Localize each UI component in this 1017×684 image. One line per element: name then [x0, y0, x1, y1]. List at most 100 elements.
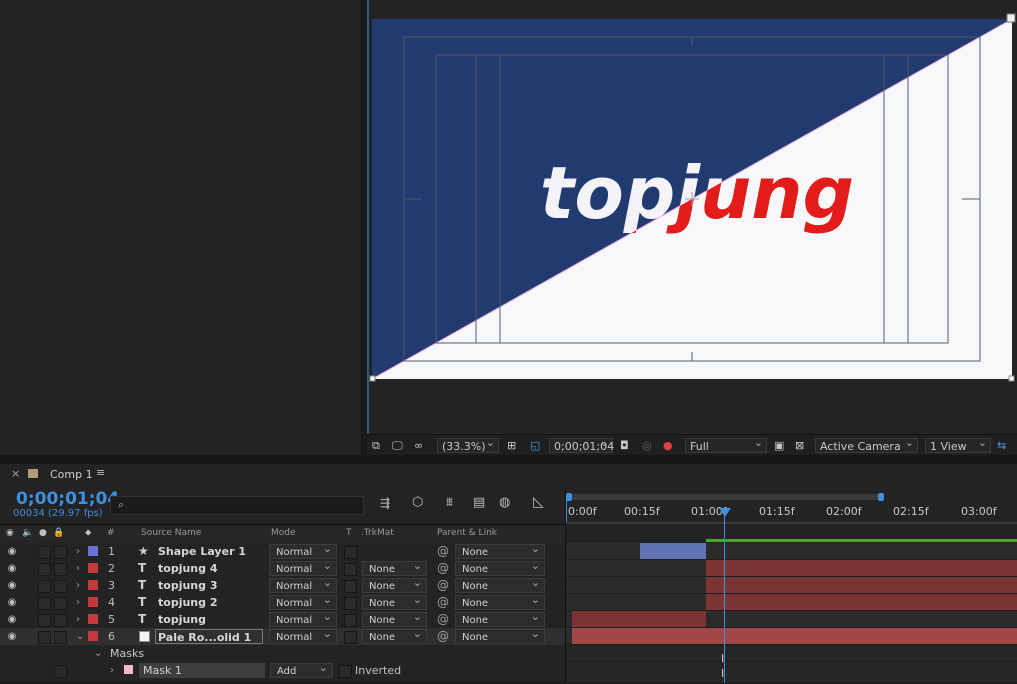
pickwhip-icon[interactable]: @ — [437, 578, 449, 593]
layer-row[interactable]: ◉ › 1 ★ Shape Layer 1 Normal @ None — [0, 541, 565, 561]
mask-visibility-icon[interactable]: ∞ — [414, 438, 423, 453]
layer-label-color[interactable] — [88, 546, 98, 556]
chevron-right-icon[interactable]: › — [110, 663, 114, 678]
layer-search-input[interactable]: ⌕ — [110, 496, 364, 515]
parent-dropdown[interactable]: None — [455, 626, 545, 644]
index-column-header[interactable]: # — [107, 528, 115, 538]
parent-dropdown[interactable]: None — [455, 558, 545, 576]
fast-previews-icon[interactable]: ▣ — [774, 438, 784, 453]
layer-duration-bar[interactable] — [706, 577, 1017, 593]
layer-duration-bar[interactable] — [640, 543, 706, 559]
mask-row[interactable]: › Mask 1 Add Inverted — [0, 660, 565, 684]
preserve-transparency-toggle[interactable] — [344, 614, 357, 627]
lock-column-icon[interactable]: 🔒 — [53, 528, 64, 538]
track-matte-dropdown[interactable]: None — [362, 626, 427, 644]
layer-name[interactable]: topjung 2 — [158, 595, 217, 610]
eye-icon[interactable]: ◉ — [5, 612, 19, 627]
always-preview-icon[interactable]: ⧉ — [372, 438, 380, 453]
layer-name[interactable]: Shape Layer 1 — [158, 544, 246, 559]
layer-label-color[interactable] — [88, 563, 98, 573]
track-area[interactable]: I I — [566, 539, 1017, 684]
pickwhip-icon[interactable]: @ — [437, 561, 449, 576]
lock-toggle[interactable] — [54, 665, 67, 678]
snapshot-camera-icon[interactable]: ◘ — [620, 438, 629, 453]
lock-toggle[interactable] — [54, 631, 67, 644]
track-row[interactable] — [566, 539, 1017, 560]
solo-toggle[interactable] — [38, 597, 51, 610]
track-matte-dropdown[interactable]: None — [362, 609, 427, 627]
track-matte-dropdown[interactable]: None — [362, 575, 427, 593]
layer-handle-top-right[interactable] — [1006, 13, 1016, 23]
mask-name[interactable]: Mask 1 — [139, 663, 265, 678]
pickwhip-icon[interactable]: @ — [437, 544, 449, 559]
work-area-start[interactable] — [566, 496, 567, 524]
inverted-checkbox[interactable] — [339, 665, 352, 678]
time-ruler[interactable]: 0:00f 00:15f 01:00f 01:15f 02:00f 02:15f… — [566, 490, 1017, 524]
view-layout-dropdown[interactable]: 1 View — [925, 435, 991, 453]
audio-column-icon[interactable]: 🔈 — [22, 528, 33, 538]
chevron-right-icon[interactable]: › — [76, 595, 80, 610]
trkmat-column-header[interactable]: .TrkMat — [361, 528, 394, 538]
parent-dropdown[interactable]: None — [455, 575, 545, 593]
eye-icon[interactable]: ◉ — [5, 544, 19, 559]
layer-name[interactable]: topjung — [158, 612, 206, 627]
frame-blending-icon[interactable]: ▤ — [473, 495, 485, 510]
blend-mode-dropdown[interactable]: Normal — [269, 609, 337, 627]
color-channels-icon[interactable]: ● — [663, 438, 673, 453]
blend-mode-dropdown[interactable]: Normal — [269, 575, 337, 593]
navigator-end-handle[interactable] — [878, 493, 884, 501]
composition-viewer[interactable]: topjung topjung — [367, 0, 1017, 434]
show-snapshot-icon[interactable]: ◎ — [642, 438, 652, 453]
masks-group-label[interactable]: Masks — [110, 646, 144, 661]
shy-layers-icon[interactable]: ⩩ — [446, 495, 453, 510]
track-row[interactable] — [566, 560, 1017, 577]
magnification-dropdown[interactable]: (33.3%) — [437, 435, 499, 453]
chevron-right-icon[interactable]: › — [76, 612, 80, 627]
panel-separator[interactable] — [0, 455, 1017, 464]
pickwhip-icon[interactable]: @ — [437, 629, 449, 644]
preserve-transparency-toggle[interactable] — [344, 631, 357, 644]
preserve-transparency-toggle[interactable] — [344, 563, 357, 576]
timeline-tab-title[interactable]: Comp 1 — [50, 468, 93, 481]
track-row[interactable] — [566, 628, 1017, 645]
camera-view-dropdown[interactable]: Active Camera — [815, 435, 918, 453]
playhead-handle[interactable] — [719, 508, 731, 517]
eye-icon[interactable]: ◉ — [5, 629, 19, 644]
blend-mode-dropdown[interactable]: Normal — [269, 558, 337, 576]
monitor-icon[interactable]: 🖵 — [392, 438, 403, 453]
chevron-right-icon[interactable]: › — [76, 578, 80, 593]
current-time-display[interactable]: 0;00;01;04 — [549, 435, 614, 453]
current-time-field[interactable]: 0;00;01;04 — [16, 489, 119, 509]
grid-guides-icon[interactable]: ⊞ — [507, 438, 516, 453]
blend-mode-dropdown[interactable]: Normal — [269, 626, 337, 644]
mode-column-header[interactable]: Mode — [271, 528, 296, 538]
layer-label-color[interactable] — [88, 580, 98, 590]
comp-flowchart-icon[interactable]: ⇶ — [380, 496, 390, 510]
chevron-down-icon[interactable]: ⌄ — [94, 646, 102, 661]
solo-toggle[interactable] — [38, 631, 51, 644]
masks-group-row[interactable]: ⌄ Masks — [0, 645, 565, 663]
track-row[interactable] — [566, 594, 1017, 611]
transparency-grid-icon[interactable]: ⊠ — [795, 438, 804, 453]
layer-duration-bar[interactable] — [572, 611, 706, 627]
track-row[interactable] — [566, 577, 1017, 594]
layer-duration-bar[interactable] — [706, 594, 1017, 610]
t-column-header[interactable]: T — [346, 528, 352, 538]
lock-toggle[interactable] — [54, 546, 67, 559]
lock-toggle[interactable] — [54, 580, 67, 593]
lock-toggle[interactable] — [54, 597, 67, 610]
layer-row[interactable]: ◉ › 2 T topjung 4 Normal None @ None — [0, 558, 565, 578]
layer-row[interactable]: ◉ › 4 T topjung 2 Normal None @ None — [0, 592, 565, 612]
tab-menu-icon[interactable]: ≡ — [96, 466, 105, 479]
parent-dropdown[interactable]: None — [455, 541, 545, 559]
layer-row[interactable]: ◉ › 5 T topjung Normal None @ None — [0, 609, 565, 629]
solo-toggle[interactable] — [38, 580, 51, 593]
parent-dropdown[interactable]: None — [455, 592, 545, 610]
region-of-interest-icon[interactable]: ◱ — [530, 438, 540, 453]
parent-link-column-header[interactable]: Parent & Link — [437, 528, 497, 538]
label-column-icon[interactable]: ⬥ — [85, 528, 91, 538]
chevron-right-icon[interactable]: › — [76, 561, 80, 576]
solo-toggle[interactable] — [38, 563, 51, 576]
motion-blur-icon[interactable]: ◍ — [499, 495, 510, 510]
blend-mode-dropdown[interactable]: Normal — [269, 592, 337, 610]
